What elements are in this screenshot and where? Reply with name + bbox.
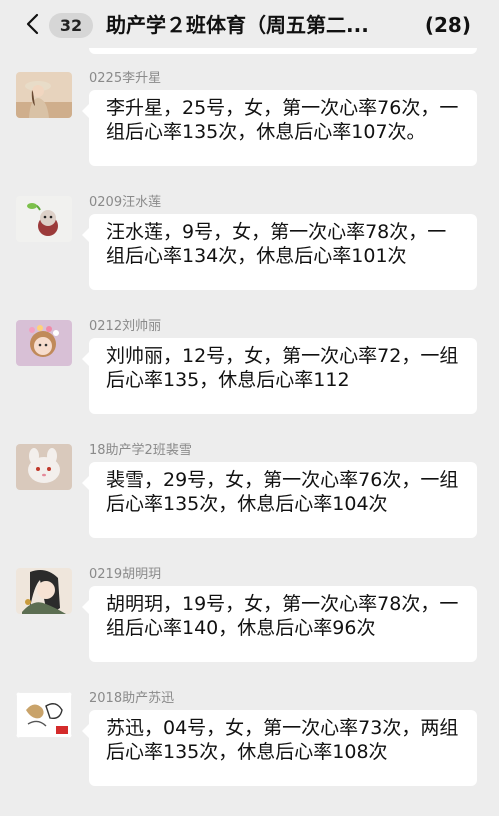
message-bubble[interactable]: 李升星，25号，女，第一次心率76次，一组后心率135次，休息后心率107次。	[82, 90, 477, 166]
sender-name: 0212刘帅丽	[89, 319, 162, 334]
sender-avatar[interactable]	[16, 72, 72, 118]
message-bubble[interactable]: 汪水莲，9号，女，第一次心率78次，一组后心率134次，休息后心率101次	[82, 214, 477, 290]
sender-avatar[interactable]	[16, 196, 72, 242]
member-count: (28)	[424, 13, 471, 37]
chat-header: 32 助产学２班体育（周五第二... (28)	[0, 0, 499, 48]
message-bubble[interactable]: 裴雪，29号，女，第一次心率76次，一组后心率135次，休息后心率104次	[82, 462, 477, 538]
chat-title[interactable]: 助产学２班体育（周五第二...	[106, 11, 406, 39]
message-item: 0209汪水莲 汪水莲，9号，女，第一次心率78次，一组后心率134次，休息后心…	[0, 195, 499, 320]
message-bubble[interactable]: 胡明玥，19号，女，第一次心率78次，一组后心率140，休息后心率96次	[82, 586, 477, 662]
sender-avatar[interactable]	[16, 692, 72, 738]
message-item: 0225李升星 李升星，25号，女，第一次心率76次，一组后心率135次，休息后…	[0, 71, 499, 196]
message-item: 18助产学2班裴雪 裴雪，29号，女，第一次心率76次，一组后心率135次，休息…	[0, 443, 499, 568]
message-item: 0219胡明玥 胡明玥，19号，女，第一次心率78次，一组后心率140，休息后心…	[0, 567, 499, 692]
sender-name: 0225李升星	[89, 71, 162, 86]
sender-avatar[interactable]	[16, 568, 72, 614]
back-arrow-icon[interactable]	[22, 12, 46, 36]
sender-name: 0219胡明玥	[89, 567, 162, 582]
message-bubble[interactable]: 刘帅丽，12号，女，第一次心率72，一组后心率135，休息后心率112	[82, 338, 477, 414]
sender-name: 0209汪水莲	[89, 195, 162, 210]
message-bubble[interactable]: 苏迅，04号，女，第一次心率73次，两组后心率135次，休息后心率108次	[82, 710, 477, 786]
sender-name: 18助产学2班裴雪	[89, 443, 192, 458]
sender-avatar[interactable]	[16, 320, 72, 366]
sender-avatar[interactable]	[16, 444, 72, 490]
message-item: 0212刘帅丽 刘帅丽，12号，女，第一次心率72，一组后心率135，休息后心率…	[0, 319, 499, 444]
unread-count-badge[interactable]: 32	[49, 13, 93, 38]
sender-name: 2018助产苏迅	[89, 691, 175, 706]
message-item: 2018助产苏迅 苏迅，04号，女，第一次心率73次，两组后心率135次，休息后…	[0, 691, 499, 816]
